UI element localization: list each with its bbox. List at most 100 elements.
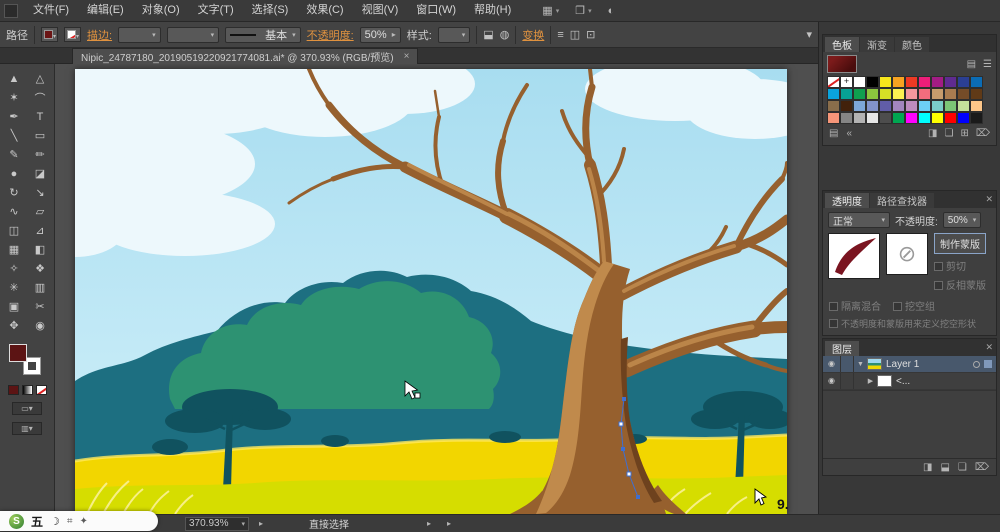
swatch[interactable] <box>970 88 983 100</box>
status-next-icon[interactable]: ▸ <box>447 519 451 528</box>
color-button[interactable] <box>7 385 19 395</box>
swatch[interactable] <box>892 100 905 112</box>
status-prev-icon[interactable]: ▸ <box>427 519 431 528</box>
make-mask-button[interactable]: 制作蒙版 <box>934 233 986 254</box>
swatch[interactable] <box>918 76 931 88</box>
stroke-color-button[interactable]: ▾ <box>64 27 81 42</box>
close-panel-icon[interactable]: ✕ <box>985 342 993 353</box>
tab-swatches[interactable]: 色板 <box>825 37 859 52</box>
hand-tool[interactable]: ✥ <box>1 316 27 335</box>
knockout-group-checkbox[interactable] <box>893 302 902 311</box>
ime-toolbox-icon[interactable]: ✦ <box>80 516 88 527</box>
type-tool[interactable]: T <box>27 107 53 126</box>
swatch[interactable] <box>957 112 970 124</box>
ime-moon-icon[interactable]: ☽ <box>50 515 60 528</box>
swatch[interactable] <box>827 76 840 88</box>
line-segment-tool[interactable]: ╲ <box>1 126 27 145</box>
menu-item[interactable]: 编辑(E) <box>78 0 133 21</box>
isolate-selected-icon[interactable]: ⊡ <box>586 28 595 41</box>
swatch[interactable] <box>840 76 853 88</box>
shape-mode-icon[interactable]: ⬓ <box>483 28 493 41</box>
new-layer-icon[interactable]: ❏ <box>958 462 967 473</box>
swatch[interactable] <box>892 112 905 124</box>
invert-mask-checkbox[interactable] <box>934 281 943 290</box>
swatch[interactable] <box>957 100 970 112</box>
swatch[interactable] <box>853 88 866 100</box>
swatch[interactable] <box>931 76 944 88</box>
swatch-kinds-icon[interactable]: « <box>846 128 852 139</box>
clip-checkbox-row[interactable]: 剪切 <box>934 258 986 273</box>
delete-layer-icon[interactable]: ⌦ <box>975 462 989 473</box>
menu-item[interactable]: 对象(O) <box>133 0 189 21</box>
mesh-tool[interactable]: ▦ <box>1 240 27 259</box>
swatch[interactable] <box>970 76 983 88</box>
gradient-tool[interactable]: ◧ <box>27 240 53 259</box>
align-icon[interactable]: ≡ <box>557 29 563 41</box>
swatch[interactable] <box>840 112 853 124</box>
swatch[interactable] <box>905 100 918 112</box>
swatch[interactable] <box>957 88 970 100</box>
change-screen-mode-button[interactable]: ▥▾ <box>12 422 42 435</box>
next-artboard-icon[interactable]: ▸ <box>259 519 263 528</box>
swatch[interactable] <box>970 100 983 112</box>
tab-transparency[interactable]: 透明度 <box>825 193 869 208</box>
swatch[interactable] <box>931 112 944 124</box>
zoom-select[interactable]: 370.93% ▾ <box>185 516 249 531</box>
free-transform-tool[interactable]: ▱ <box>27 202 53 221</box>
new-sublayer-icon[interactable]: ⬓ <box>940 462 949 473</box>
slice-tool[interactable]: ✂ <box>27 297 53 316</box>
tab-pathfinder[interactable]: 路径查找器 <box>870 193 934 208</box>
swatch[interactable] <box>892 76 905 88</box>
pen-tool[interactable]: ✒ <box>1 107 27 126</box>
tab-layers[interactable]: 图层 <box>825 341 859 356</box>
style-select[interactable]: ▾ <box>437 26 471 43</box>
pencil-tool[interactable]: ✏ <box>27 145 53 164</box>
swatch[interactable] <box>866 88 879 100</box>
menu-item[interactable]: 视图(V) <box>353 0 408 21</box>
blob-brush-tool[interactable]: ● <box>1 164 27 183</box>
menu-item[interactable]: 文字(T) <box>189 0 243 21</box>
swatch[interactable] <box>840 88 853 100</box>
arrange-documents-icon[interactable]: ▦ ▾ <box>542 4 559 17</box>
swatch[interactable] <box>840 100 853 112</box>
clip-checkbox[interactable] <box>934 262 943 271</box>
canvas-area[interactable]: 9. <box>55 64 818 514</box>
stroke-link[interactable]: 描边: <box>87 27 112 43</box>
expand-chevron-icon[interactable]: ▶ <box>864 377 877 385</box>
gradient-button[interactable] <box>21 385 33 395</box>
column-graph-tool[interactable]: ▥ <box>27 278 53 297</box>
delete-swatch-icon[interactable]: ⌦ <box>976 128 990 139</box>
selection-tool[interactable]: ▲ <box>1 69 27 88</box>
swatch[interactable] <box>970 112 983 124</box>
panel-menu-icon[interactable]: ☰ <box>983 59 992 70</box>
layer-name[interactable]: Layer 1 <box>886 359 973 370</box>
eraser-tool[interactable]: ◪ <box>27 164 53 183</box>
swatch[interactable] <box>892 88 905 100</box>
swatch[interactable] <box>918 100 931 112</box>
perspective-grid-tool[interactable]: ⊿ <box>27 221 53 240</box>
menu-item[interactable]: 文件(F) <box>24 0 78 21</box>
control-bar-menu-icon[interactable]: ▾ <box>806 28 812 41</box>
swatch[interactable] <box>905 112 918 124</box>
symbol-sprayer-tool[interactable]: ✳ <box>1 278 27 297</box>
artboard[interactable] <box>75 69 787 514</box>
new-swatch-icon[interactable]: ⊞ <box>960 128 968 139</box>
transform-link[interactable]: 变换 <box>522 27 544 43</box>
blend-mode-select[interactable]: 正常 ▾ <box>828 212 890 228</box>
target-circle[interactable] <box>973 360 980 368</box>
ime-mode-label[interactable]: 五 <box>31 513 43 530</box>
define-knockout-checkbox[interactable] <box>829 319 838 328</box>
swatch[interactable] <box>853 112 866 124</box>
fill-indicator[interactable] <box>9 344 27 362</box>
panel-opacity-input[interactable]: 50% ▾ <box>942 212 982 228</box>
direct-selection-tool[interactable]: △ <box>27 69 53 88</box>
swatch[interactable] <box>827 100 840 112</box>
isolate-blending-row[interactable]: 隔离混合 <box>829 298 881 313</box>
swatch[interactable] <box>853 76 866 88</box>
menu-item[interactable]: 效果(C) <box>297 0 352 21</box>
close-panel-icon[interactable]: ✕ <box>985 194 993 205</box>
layer-row[interactable]: ◉ ▶ <... <box>823 373 996 390</box>
ime-keyboard-icon[interactable]: ⌗ <box>67 516 73 527</box>
swatch[interactable] <box>931 100 944 112</box>
magic-wand-tool[interactable]: ✶ <box>1 88 27 107</box>
